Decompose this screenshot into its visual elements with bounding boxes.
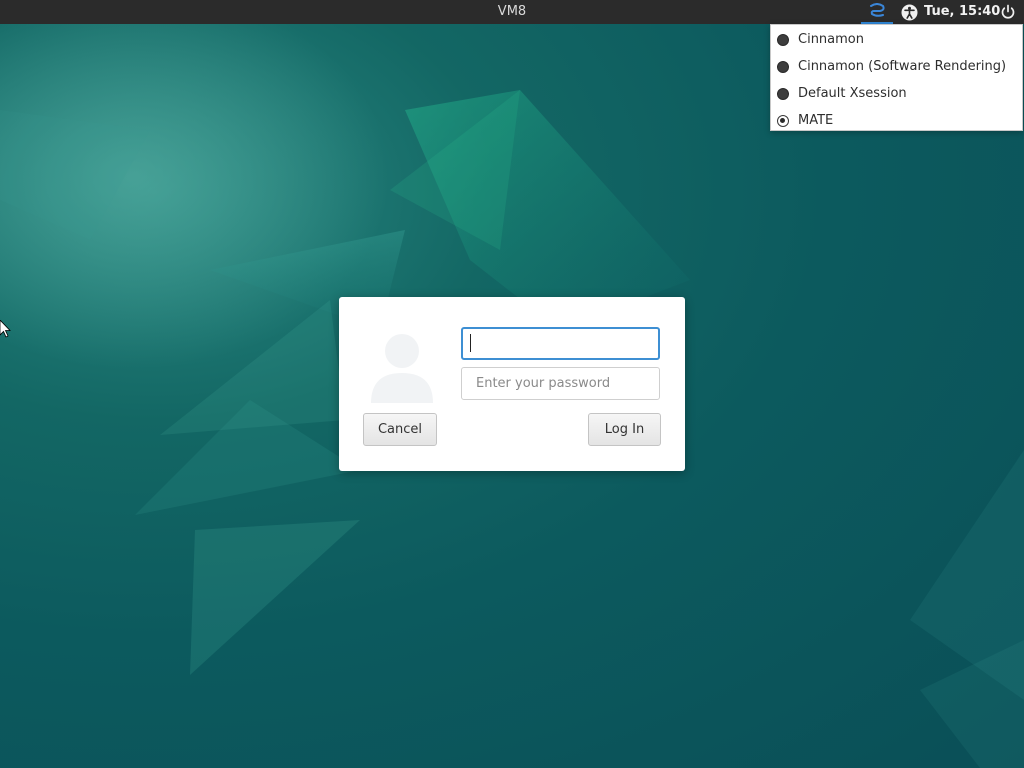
accessibility-indicator[interactable] bbox=[899, 2, 919, 22]
radio-button-icon bbox=[777, 33, 789, 46]
login-button[interactable]: Log In bbox=[588, 413, 661, 446]
session-menu: Cinnamon Cinnamon (Software Rendering) D… bbox=[770, 24, 1023, 131]
power-indicator[interactable] bbox=[997, 2, 1019, 22]
session-item-label: Cinnamon (Software Rendering) bbox=[798, 59, 1007, 74]
radio-button-icon bbox=[777, 60, 789, 73]
cancel-button[interactable]: Cancel bbox=[363, 413, 437, 446]
top-panel: VM8 Tue, 15:40 bbox=[0, 0, 1024, 24]
session-item-cinnamon[interactable]: Cinnamon bbox=[771, 26, 1022, 53]
session-item-default-xsession[interactable]: Default Xsession bbox=[771, 80, 1022, 107]
session-item-label: MATE bbox=[798, 113, 834, 128]
session-item-mate[interactable]: MATE bbox=[771, 107, 1022, 134]
accessibility-icon bbox=[901, 4, 917, 20]
session-item-label: Default Xsession bbox=[798, 86, 907, 101]
password-input[interactable] bbox=[461, 367, 660, 400]
radio-button-selected-icon bbox=[777, 114, 789, 127]
login-dialog: Cancel Log In bbox=[339, 297, 685, 471]
desktop: VM8 Tue, 15:40 Cinnamon Cinnamon (Softwa… bbox=[0, 0, 1024, 768]
session-item-label: Cinnamon bbox=[798, 32, 864, 47]
text-caret bbox=[470, 334, 471, 352]
session-item-cinnamon-software[interactable]: Cinnamon (Software Rendering) bbox=[771, 53, 1022, 80]
power-icon bbox=[1001, 4, 1015, 19]
username-input[interactable] bbox=[461, 327, 660, 360]
user-avatar-icon bbox=[371, 334, 433, 403]
session-icon bbox=[870, 3, 885, 17]
session-indicator[interactable] bbox=[861, 0, 893, 24]
mouse-pointer-icon bbox=[0, 320, 11, 338]
radio-button-icon bbox=[777, 87, 789, 100]
clock[interactable]: Tue, 15:40 bbox=[924, 0, 1000, 24]
